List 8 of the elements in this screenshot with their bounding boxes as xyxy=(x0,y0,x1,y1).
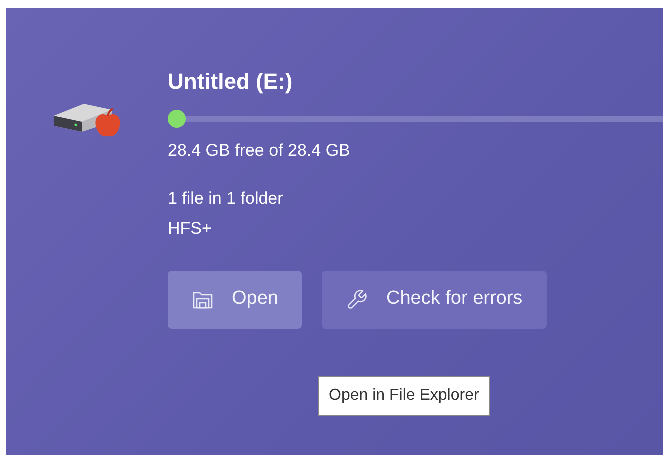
action-button[interactable]: Check for errors xyxy=(322,270,547,328)
file-system-text: HFS+ xyxy=(168,218,213,240)
wrench-icon xyxy=(346,288,368,310)
free-space-text: 28.4 GB free of 28.4 GB xyxy=(168,140,352,162)
contents-text: 1 file in 1 folder xyxy=(168,188,284,210)
drive-title: Untitled (E:) xyxy=(168,68,294,96)
tooltip: Open in File Explorer xyxy=(318,376,490,416)
action-button[interactable]: Open xyxy=(168,270,302,328)
